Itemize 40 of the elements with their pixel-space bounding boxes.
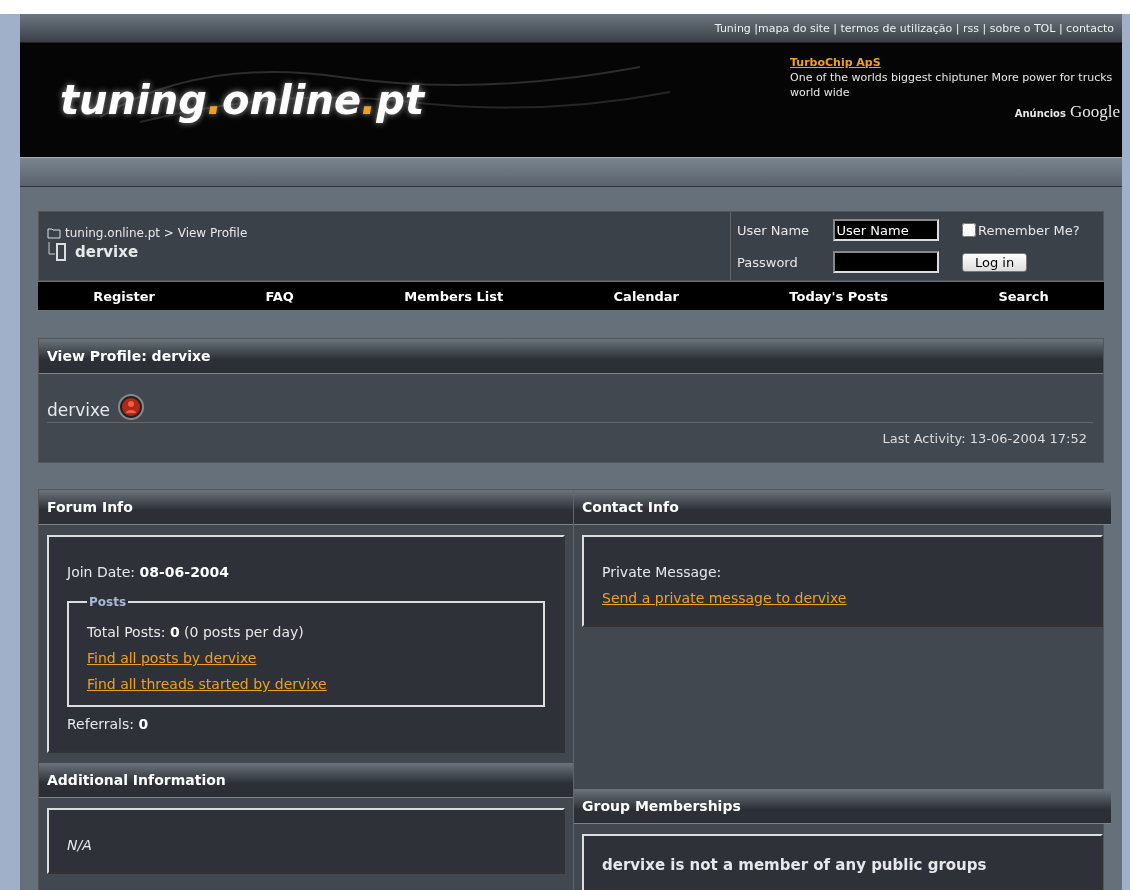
find-posts-link[interactable]: Find all threads started by dervixe [87,676,327,692]
nav-link[interactable]: Search [998,288,1049,304]
panel-title: Forum Info [47,499,133,515]
remember-checkbox[interactable] [961,223,976,237]
nav-link[interactable]: Register [93,288,155,304]
folder-icon [47,227,61,239]
join-date: Join Date: 08-06-2004 [67,563,231,582]
login-button[interactable]: Log in [961,252,1028,272]
panel-title: View Profile: dervixe [47,348,211,364]
posts-legend: Posts [87,589,129,615]
pm-link[interactable]: Send a private message to dervixe [602,590,847,606]
ad-text: One of the worlds biggest chiptuner More power for trucks world wide [790,70,1114,100]
nav-link[interactable]: Members List [404,288,504,304]
last-activity: Last Activity: 13-06-2004 17:52 [881,430,1088,448]
referrals: Referrals: 0 [67,715,150,734]
username: dervixe [47,400,111,420]
groups-text: dervixe is not a member of any public groups [602,856,987,874]
password-field[interactable] [832,251,939,273]
nav-link[interactable]: Today's Posts [789,288,888,304]
password-label: Password [737,254,799,270]
pm-label: Private Message: [602,563,723,582]
ads-brand[interactable]: Google [1069,104,1120,119]
username-field[interactable]: User Name [832,219,939,241]
find-posts-link[interactable]: Find all posts by dervixe [87,650,257,666]
ad-title[interactable]: TurboChip ApS [790,56,881,69]
remember-label: Remember Me? [977,222,1080,238]
top-links[interactable]: Tuning |mapa do site | termos de utilização | rss | sobre o TOL | contacto [714,21,1114,35]
site-logo[interactable]: tuning.online.pt [60,77,425,123]
ads-label: Anúncios [1014,107,1066,121]
additional-text: N/A [67,837,92,853]
breadcrumb-link[interactable]: tuning.online.pt > View Profile [65,226,248,240]
current-page-title: dervixe [75,243,139,261]
nav-link[interactable]: Calendar [613,288,679,304]
tree-branch-icon [47,242,69,262]
panel-title: Additional Information [47,772,226,788]
panel-title: Contact Info [582,499,679,515]
username-label: User Name [737,222,811,238]
panel-title: Group Memberships [582,798,741,814]
nav-link[interactable]: FAQ [265,288,294,304]
total-posts: Total Posts: 0 (0 posts per day) [87,623,305,642]
